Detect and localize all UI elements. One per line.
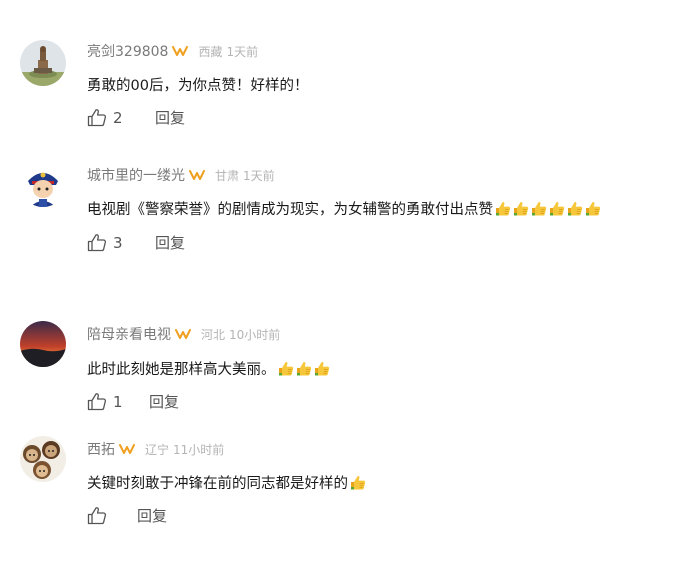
like-button[interactable]: 3 <box>87 233 123 252</box>
like-count: 2 <box>113 108 123 127</box>
comment-text: 关键时刻敢于冲锋在前的同志都是好样的 <box>87 472 366 493</box>
vip-badge-icon <box>175 328 191 340</box>
comment-text: 勇敢的00后，为你点赞！好样的！ <box>87 74 308 95</box>
comment-actions: 1 回复 <box>87 391 179 412</box>
thumbs-up-emoji-icon <box>566 200 583 217</box>
comment-text-content: 此时此刻她是那样高大美丽。 <box>87 362 276 378</box>
thumbs-up-emoji-icon <box>277 360 294 377</box>
timestamp: 1天前 <box>226 44 259 59</box>
comment-list: 亮剑329808 西藏 1天前 勇敢的00后，为你点赞！好样的！ 2 回复 城市… <box>0 0 680 570</box>
timestamp: 10小时前 <box>229 327 281 342</box>
like-button[interactable] <box>87 506 123 525</box>
vip-badge-icon <box>119 443 135 455</box>
username[interactable]: 城市里的一缕光 <box>87 165 185 185</box>
like-count: 1 <box>113 392 123 411</box>
avatar[interactable] <box>20 321 66 367</box>
comment-actions: 回复 <box>87 505 167 526</box>
thumbs-up-emoji-icon <box>349 474 366 491</box>
comment-text-content: 关键时刻敢于冲锋在前的同志都是好样的 <box>87 476 348 492</box>
thumbs-up-emoji-icon <box>530 200 547 217</box>
vip-badge-icon <box>189 169 205 181</box>
reply-button[interactable]: 回复 <box>149 391 179 412</box>
comment-text: 此时此刻她是那样高大美丽。 <box>87 358 330 379</box>
thumbs-up-outline-icon <box>87 108 107 127</box>
reply-button[interactable]: 回复 <box>155 107 185 128</box>
thumbs-up-outline-icon <box>87 506 107 525</box>
like-count: 3 <box>113 233 123 252</box>
comment-text: 电视剧《警察荣誉》的剧情成为现实，为女辅警的勇敢付出点赞 <box>87 198 601 219</box>
comment-meta: 城市里的一缕光 甘肃 1天前 <box>87 165 275 185</box>
comment-text-content: 勇敢的00后，为你点赞！好样的！ <box>87 78 309 94</box>
comment-meta: 陪母亲看电视 河北 10小时前 <box>87 324 280 344</box>
timestamp: 1天前 <box>243 168 275 183</box>
username[interactable]: 亮剑329808 <box>87 41 168 61</box>
like-button[interactable]: 1 <box>87 392 123 411</box>
timestamp: 11小时前 <box>173 442 225 457</box>
thumbs-up-emoji-icon <box>548 200 565 217</box>
comment-meta: 亮剑329808 西藏 1天前 <box>87 41 258 61</box>
avatar[interactable] <box>20 161 66 207</box>
comment-actions: 3 回复 <box>87 232 185 253</box>
username[interactable]: 陪母亲看电视 <box>87 324 171 344</box>
location: 甘肃 <box>215 168 240 183</box>
comment-text-content: 电视剧《警察荣誉》的剧情成为现实，为女辅警的勇敢付出点赞 <box>87 202 493 218</box>
vip-badge-icon <box>172 45 189 57</box>
thumbs-up-emoji-icon <box>584 200 601 217</box>
thumbs-up-outline-icon <box>87 392 107 411</box>
reply-button[interactable]: 回复 <box>155 232 185 253</box>
username[interactable]: 西拓 <box>87 439 115 459</box>
thumbs-up-emoji-icon <box>512 200 529 217</box>
location: 西藏 <box>198 44 223 59</box>
location: 河北 <box>201 327 226 342</box>
avatar[interactable] <box>20 436 66 482</box>
like-button[interactable]: 2 <box>87 108 123 127</box>
thumbs-up-emoji-icon <box>313 360 330 377</box>
comment-actions: 2 回复 <box>87 107 185 128</box>
thumbs-up-emoji-icon <box>494 200 511 217</box>
thumbs-up-emoji-icon <box>295 360 312 377</box>
thumbs-up-outline-icon <box>87 233 107 252</box>
comment-meta: 西拓 辽宁 11小时前 <box>87 439 224 459</box>
location: 辽宁 <box>145 442 170 457</box>
reply-button[interactable]: 回复 <box>137 505 167 526</box>
avatar[interactable] <box>20 40 66 86</box>
